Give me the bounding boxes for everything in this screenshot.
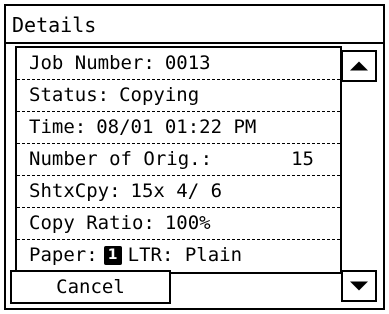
detail-value: 0013 [164, 52, 211, 74]
detail-label: Copy Ratio: [29, 212, 155, 234]
detail-label: Paper: [29, 244, 98, 266]
detail-value: 15x 4/ 6 [130, 180, 223, 202]
detail-label: Time: [29, 116, 87, 138]
detail-row-sheets-copies[interactable]: ShtxCpy: 15x 4/ 6 [17, 176, 340, 208]
detail-row-job-number[interactable]: Job Number: 0013 [17, 48, 340, 80]
triangle-down-icon [350, 281, 368, 291]
screen-title: Details [12, 13, 97, 37]
detail-label: Job Number: [29, 52, 155, 74]
detail-value: Copying [119, 84, 200, 106]
detail-label: ShtxCpy: [29, 180, 121, 202]
detail-value: 08/01 01:22 PM [96, 116, 257, 138]
detail-label: Status: [29, 84, 110, 106]
detail-row-paper[interactable]: Paper: 1 LTR: Plain [17, 240, 340, 272]
details-screen: Details Job Number: 0013 Status: Copying T… [4, 4, 385, 310]
detail-value: 100% [164, 212, 211, 234]
detail-row-number-of-originals[interactable]: Number of Orig.: 15 [17, 144, 340, 176]
triangle-up-icon [350, 61, 368, 71]
details-list[interactable]: Job Number: 0013 Status: Copying Time: 08/0… [15, 46, 342, 274]
cancel-button[interactable]: Cancel [10, 270, 171, 304]
detail-row-time[interactable]: Time: 08/01 01:22 PM [17, 112, 340, 144]
scroll-up-button[interactable] [341, 50, 377, 82]
detail-row-status[interactable]: Status: Copying [17, 80, 340, 112]
detail-row-copy-ratio[interactable]: Copy Ratio: 100% [17, 208, 340, 240]
paper-drawer-icon: 1 [103, 246, 122, 265]
detail-label: Number of Orig.: [29, 148, 213, 170]
title-divider [6, 42, 383, 44]
scroll-down-button[interactable] [341, 270, 377, 302]
detail-value: LTR: Plain [127, 244, 243, 266]
detail-value: 15 [291, 148, 314, 170]
